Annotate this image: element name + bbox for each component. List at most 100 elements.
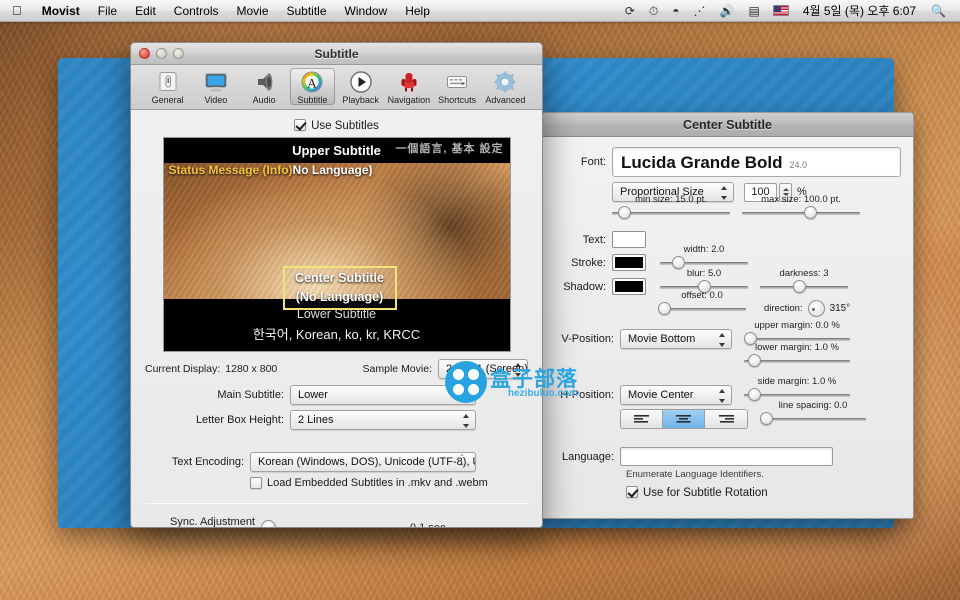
apple-logo-icon[interactable]:  bbox=[0, 4, 33, 17]
load-embedded-checkbox-row[interactable]: Load Embedded Subtitles in .mkv and .web… bbox=[250, 477, 528, 489]
shadow-darkness-knob[interactable] bbox=[793, 279, 806, 293]
center-subtitle-window[interactable]: Center Subtitle Font: Lucida Grande Bold… bbox=[541, 112, 914, 519]
align-left-icon[interactable] bbox=[621, 410, 663, 428]
letter-box-height-label: Letter Box Height: bbox=[195, 414, 284, 426]
red-chair-icon bbox=[397, 70, 421, 94]
shadow-color-label: Shadow: bbox=[563, 280, 606, 293]
shadow-offset-track bbox=[658, 307, 746, 311]
speaker-icon bbox=[252, 70, 276, 94]
font-well[interactable]: Lucida Grande Bold 24.0 bbox=[612, 147, 901, 177]
main-subtitle-popup[interactable]: Lower bbox=[290, 385, 476, 405]
checkbox-icon[interactable] bbox=[626, 486, 638, 498]
bluetooth-icon[interactable]: ⋰ bbox=[688, 0, 712, 22]
font-colorwheel-icon: A bbox=[300, 70, 324, 94]
toolbar-label-shortcuts: Shortcuts bbox=[438, 95, 477, 105]
max-size-knob[interactable] bbox=[804, 206, 817, 219]
stroke-width-label: width: 2.0 bbox=[683, 243, 725, 255]
toolbar-label-general: General bbox=[151, 95, 184, 105]
chevron-updown-icon bbox=[463, 389, 470, 403]
us-flag-icon[interactable] bbox=[772, 5, 789, 16]
subtitle-preferences-window[interactable]: Subtitle General Video Audio A Subtitle … bbox=[130, 42, 543, 528]
window-traffic-lights bbox=[131, 48, 184, 59]
text-align-segmented-control[interactable] bbox=[620, 409, 748, 429]
menu-item-controls[interactable]: Controls bbox=[165, 0, 228, 22]
preview-status-label: Status Message (Info) bbox=[168, 163, 293, 177]
sync-slider-knob[interactable] bbox=[261, 520, 276, 527]
min-size-slider[interactable]: min size: 15.0 pt. bbox=[612, 194, 730, 221]
menu-item-window[interactable]: Window bbox=[336, 0, 397, 22]
shadow-direction-dial[interactable] bbox=[807, 300, 825, 317]
text-encoding-popup[interactable]: Korean (Windows, DOS), Unicode (UTF-8), … bbox=[250, 452, 476, 472]
line-spacing-label: line spacing: 0.0 bbox=[778, 400, 848, 411]
menu-item-help[interactable]: Help bbox=[396, 0, 439, 22]
align-center-icon[interactable] bbox=[663, 410, 705, 428]
toolbar-tab-video[interactable]: Video bbox=[193, 68, 238, 105]
shadow-darkness-slider[interactable]: darkness: 3 bbox=[760, 268, 848, 295]
lower-margin-label: lower margin: 1.0 % bbox=[755, 342, 839, 353]
center-subtitle-body: Font: Lucida Grande Bold 24.0 Proportion… bbox=[542, 137, 913, 518]
max-size-label: max size: 100.0 pt. bbox=[761, 194, 841, 205]
current-display-label: Current Display: bbox=[145, 363, 221, 375]
volume-icon[interactable]: 🔊 bbox=[714, 0, 741, 22]
menu-item-subtitle[interactable]: Subtitle bbox=[278, 0, 336, 22]
menu-item-movie[interactable]: Movie bbox=[227, 0, 277, 22]
toolbar-tab-playback[interactable]: Playback bbox=[338, 68, 383, 105]
lower-margin-knob[interactable] bbox=[748, 354, 761, 367]
battery-icon[interactable]: ▤ bbox=[742, 0, 765, 22]
v-position-popup[interactable]: Movie Bottom bbox=[620, 329, 732, 349]
chevron-updown-icon bbox=[719, 389, 726, 403]
shadow-direction-value: 315° bbox=[829, 303, 851, 314]
shadow-darkness-label: darkness: 3 bbox=[779, 267, 829, 279]
stroke-color-well[interactable] bbox=[612, 254, 646, 271]
toolbar-tab-advanced[interactable]: Advanced bbox=[483, 68, 528, 105]
toolbar-tab-general[interactable]: General bbox=[145, 68, 190, 105]
sync-icon[interactable]: ⟳ bbox=[619, 0, 641, 22]
main-subtitle-value: Lower bbox=[298, 389, 328, 401]
checkbox-icon[interactable] bbox=[250, 477, 262, 489]
menu-bar-clock[interactable]: 4월 5일 (목) 오후 6:07 bbox=[796, 0, 923, 22]
shadow-color-well[interactable] bbox=[612, 278, 646, 295]
toolbar-tab-audio[interactable]: Audio bbox=[242, 68, 287, 105]
line-spacing-slider[interactable]: line spacing: 0.0 bbox=[760, 400, 866, 427]
subtitle-rotation-checkbox-row[interactable]: Use for Subtitle Rotation bbox=[626, 486, 901, 499]
stroke-color-label: Stroke: bbox=[571, 256, 606, 269]
align-right-icon[interactable] bbox=[705, 410, 747, 428]
text-color-well[interactable] bbox=[612, 231, 646, 248]
toolbar-tab-navigation[interactable]: Navigation bbox=[386, 68, 431, 105]
gear-icon bbox=[493, 70, 517, 94]
shadow-offset-knob[interactable] bbox=[658, 301, 671, 315]
menu-item-file[interactable]: File bbox=[89, 0, 126, 22]
checkbox-icon[interactable] bbox=[294, 119, 307, 131]
sample-movie-popup[interactable]: 2.35 : 1 (Screen) bbox=[438, 359, 528, 379]
h-position-label: H-Position: bbox=[560, 389, 614, 401]
spotlight-search-icon[interactable]: 🔍 bbox=[925, 0, 952, 22]
close-button-icon[interactable] bbox=[139, 48, 150, 59]
load-embedded-label: Load Embedded Subtitles in .mkv and .web… bbox=[267, 477, 488, 489]
toolbar-tab-subtitle[interactable]: A Subtitle bbox=[289, 68, 335, 105]
prefs-window-title: Subtitle bbox=[314, 46, 359, 61]
wifi-icon[interactable]: ◓ bbox=[666, 0, 685, 22]
h-position-popup[interactable]: Movie Center bbox=[620, 385, 732, 405]
minimize-button-icon[interactable] bbox=[156, 48, 167, 59]
min-size-knob[interactable] bbox=[618, 206, 631, 219]
lower-margin-slider[interactable]: lower margin: 1.0 % bbox=[744, 342, 850, 369]
subtitle-preview[interactable]: Upper Subtitle 一個語言, 基本 設定 Status Messag… bbox=[162, 137, 511, 352]
shadow-offset-slider[interactable]: offset: 0.0 bbox=[658, 290, 746, 317]
section-divider bbox=[145, 503, 528, 504]
letter-box-height-popup[interactable]: 2 Lines bbox=[290, 410, 476, 430]
general-switch-icon bbox=[156, 70, 180, 94]
menu-item-movist[interactable]: Movist bbox=[33, 0, 89, 22]
time-machine-icon[interactable]: ⏱ bbox=[643, 0, 664, 22]
max-size-slider[interactable]: max size: 100.0 pt. bbox=[742, 194, 860, 221]
zoom-button-icon[interactable] bbox=[173, 48, 184, 59]
preview-center-subtitle: Center Subtitle (No Language) bbox=[283, 269, 397, 307]
menu-item-edit[interactable]: Edit bbox=[126, 0, 165, 22]
toolbar-tab-shortcuts[interactable]: Shortcuts bbox=[435, 68, 480, 105]
sync-adjustment-slider[interactable] bbox=[261, 520, 396, 527]
language-input[interactable] bbox=[620, 447, 833, 466]
line-spacing-knob[interactable] bbox=[760, 412, 773, 425]
shadow-blur-label: blur: 5.0 bbox=[686, 267, 722, 279]
prefs-titlebar: Subtitle bbox=[131, 43, 542, 65]
v-position-value: Movie Bottom bbox=[628, 333, 696, 345]
use-subtitles-checkbox-row[interactable]: Use Subtitles bbox=[131, 116, 542, 137]
